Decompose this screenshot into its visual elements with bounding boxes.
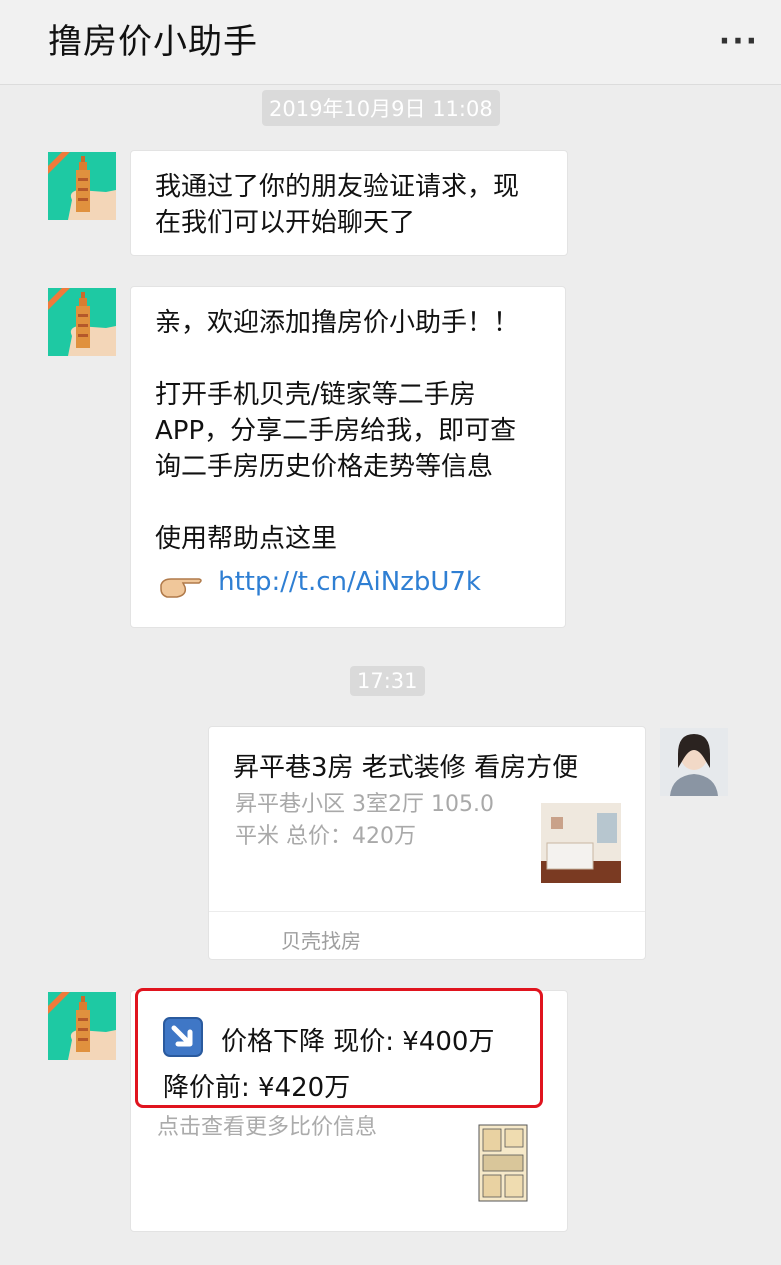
bot-avatar[interactable] xyxy=(48,288,116,356)
message-line: APP，分享二手房给我，即可查 xyxy=(155,416,517,446)
more-price-info-link[interactable]: 点击查看更多比价信息 xyxy=(157,1109,377,1141)
tower-icon xyxy=(48,288,116,356)
user-avatar[interactable] xyxy=(660,728,728,796)
message-line: 在我们可以开始聊天了 xyxy=(155,208,416,238)
shared-listing-card[interactable]: 昇平巷3房 老式装修 看房方便 昇平巷小区 3室2厅 105.0 平米 总价：4… xyxy=(208,726,646,960)
chat-header: 撸房价小助手 ··· xyxy=(0,0,781,85)
card-divider xyxy=(209,911,645,912)
message-line: 打开手机贝壳/链家等二手房 xyxy=(155,380,476,410)
tower-icon xyxy=(48,992,116,1060)
help-link[interactable]: http://t.cn/AiNzbU7k xyxy=(218,567,481,597)
listing-description: 平米 总价：420万 xyxy=(235,824,416,849)
bot-avatar[interactable] xyxy=(48,152,116,220)
listing-description: 昇平巷小区 3室2厅 105.0 xyxy=(235,792,494,817)
pointing-hand-icon xyxy=(160,577,202,598)
listing-source: 贝壳找房 xyxy=(281,929,361,953)
user-photo-icon xyxy=(660,728,728,796)
message-line: 使用帮助点这里 xyxy=(155,524,338,554)
highlight-annotation xyxy=(135,988,543,1108)
message-line: 我通过了你的朋友验证请求，现 xyxy=(155,172,520,202)
message-line: 亲，欢迎添加撸房价小助手！！ xyxy=(155,308,520,338)
message-bubble-welcome: 亲，欢迎添加撸房价小助手！！ 打开手机贝壳/链家等二手房 APP，分享二手房给我… xyxy=(130,286,566,628)
listing-title: 昇平巷3房 老式装修 看房方便 xyxy=(233,753,579,783)
message-line: 询二手房历史价格走势等信息 xyxy=(155,452,494,482)
message-bubble-greeting: 我通过了你的朋友验证请求，现 在我们可以开始聊天了 xyxy=(130,150,568,256)
listing-thumbnail xyxy=(541,803,621,883)
timestamp-second: 17:31 xyxy=(350,666,425,696)
bot-avatar[interactable] xyxy=(48,992,116,1060)
chat-title: 撸房价小助手 xyxy=(48,22,258,62)
more-options-icon[interactable]: ··· xyxy=(719,24,759,59)
timestamp-first: 2019年10月9日 11:08 xyxy=(262,90,500,126)
tower-icon xyxy=(48,152,116,220)
floor-plan-thumbnail xyxy=(475,1121,531,1205)
